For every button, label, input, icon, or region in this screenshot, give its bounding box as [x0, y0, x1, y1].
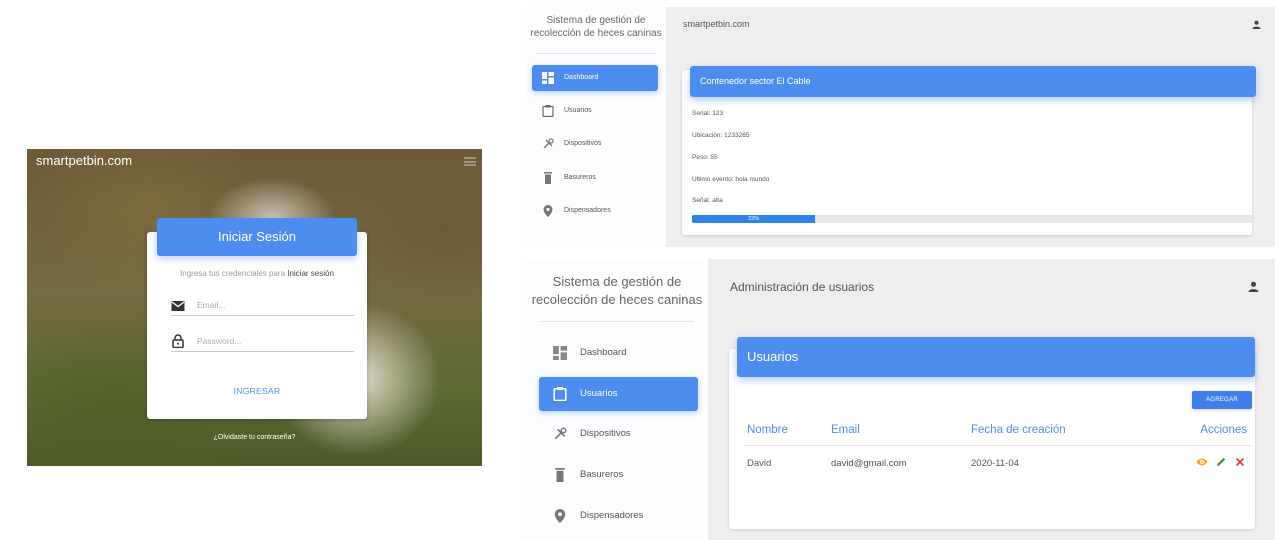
delete-x-icon[interactable]: [1234, 456, 1246, 468]
email-field[interactable]: Email...: [171, 298, 354, 316]
sidebar: Sistema de gestión de recolección de hec…: [526, 259, 708, 540]
tools-icon: [543, 138, 554, 149]
sidebar-item-dashboard[interactable]: Dashboard: [539, 336, 698, 370]
signal-text: Señal: alta: [692, 197, 723, 204]
last-event-text: Ultimo evento: hola mundo: [692, 176, 770, 183]
sidebar-item-label: Basureros: [564, 174, 596, 181]
agregar-button[interactable]: AGREGAR: [1192, 391, 1252, 409]
forgot-password-link[interactable]: ¿Olvidaste tu contraseña?: [27, 434, 482, 441]
login-description-bold: Iniciar sesión: [287, 269, 334, 278]
column-header-email: Email: [831, 424, 860, 436]
location-pin-icon: [543, 205, 553, 217]
clipboard-icon: [553, 387, 567, 401]
dashboard-icon: [542, 72, 554, 84]
login-description: Ingresa tus credenciales para Iniciar se…: [147, 269, 367, 278]
dashboard-icon: [553, 346, 567, 360]
sidebar-item-dashboard[interactable]: Dashboard: [532, 65, 658, 91]
login-description-text: Ingresa tus credenciales para: [180, 269, 288, 278]
sidebar-item-dispensadores[interactable]: Dispensadores: [539, 499, 698, 533]
sidebar-title: Sistema de gestión de recolección de hec…: [526, 14, 666, 40]
login-card: Iniciar Sesión Ingresa tus credenciales …: [147, 218, 367, 419]
sidebar-item-label: Dispensadores: [564, 207, 611, 214]
topbar-title: Administración de usuarios: [730, 280, 875, 294]
sidebar-item-label: Dashboard: [580, 347, 627, 358]
sidebar-item-dispositivos[interactable]: Dispositivos: [539, 417, 698, 451]
sidebar-title-line1: Sistema de gestión de: [552, 274, 682, 289]
sidebar-item-basureros[interactable]: Basureros: [539, 458, 698, 492]
sidebar-title-line2: recolección de heces caninas: [531, 292, 703, 307]
progress-bar-label: 22%: [748, 216, 760, 222]
dashboard-screen: Sistema de gestión de recolección de hec…: [526, 7, 1275, 247]
login-brand: smartpetbin.com: [36, 153, 133, 168]
sidebar-item-dispositivos[interactable]: Dispositivos: [532, 131, 658, 157]
password-placeholder: Password...: [197, 336, 242, 346]
table-row: David david@gmail.com 2020-11-04: [744, 445, 1251, 481]
sidebar-item-label: Usuarios: [564, 107, 592, 114]
progress-bar: 22%: [692, 215, 1252, 223]
email-placeholder: Email...: [197, 300, 226, 310]
sidebar-item-label: Dispositivos: [564, 140, 602, 147]
sidebar-item-usuarios[interactable]: Usuarios: [539, 377, 698, 411]
sidebar-item-basureros[interactable]: Basureros: [532, 165, 658, 191]
container-card-title: Contenedor sector El Cable: [690, 66, 1256, 97]
login-title: Iniciar Sesión: [157, 218, 357, 256]
sidebar-divider: [540, 321, 694, 322]
sidebar-title-line2: recolección de heces caninas: [530, 28, 662, 39]
user-icon[interactable]: [1248, 281, 1259, 292]
sidebar-title: Sistema de gestión de recolección de hec…: [526, 273, 708, 309]
weight-text: Peso: 55: [692, 154, 718, 161]
login-screen: smartpetbin.com Iniciar Sesión Ingresa t…: [27, 149, 482, 466]
topbar-title: smartpetbin.com: [683, 19, 750, 29]
column-header-fecha: Fecha de creación: [971, 424, 1066, 436]
column-header-acciones: Acciones: [1200, 424, 1247, 436]
sidebar-title-line1: Sistema de gestión de: [546, 15, 646, 26]
sidebar-item-label: Basureros: [580, 469, 624, 480]
users-card-title: Usuarios: [737, 337, 1255, 377]
sidebar-divider: [536, 53, 656, 54]
sidebar-item-dispensadores[interactable]: Dispensadores: [532, 198, 658, 224]
location-pin-icon: [554, 509, 566, 523]
envelope-icon: [171, 301, 185, 311]
sidebar-item-label: Usuarios: [580, 388, 618, 399]
trash-icon: [544, 172, 552, 184]
clipboard-icon: [542, 105, 554, 117]
sidebar-item-usuarios[interactable]: Usuarios: [532, 98, 658, 124]
view-eye-icon[interactable]: [1196, 456, 1208, 468]
users-card: Usuarios AGREGAR Nombre Email Fecha de c…: [729, 337, 1255, 529]
user-email-cell: david@gmail.com: [831, 458, 907, 469]
column-header-nombre: Nombre: [747, 424, 788, 436]
users-screen: Sistema de gestión de recolección de hec…: [526, 259, 1275, 540]
hamburger-menu-icon[interactable]: [464, 157, 476, 166]
location-text: Ubicación: 1233265: [692, 132, 750, 139]
sidebar-item-label: Dashboard: [564, 74, 599, 81]
container-card: Contenedor sector El Cable Serial: 123 U…: [682, 66, 1256, 235]
user-name-cell: David: [747, 458, 772, 469]
user-created-cell: 2020-11-04: [971, 458, 1019, 469]
ingresar-button[interactable]: INGRESAR: [147, 386, 367, 396]
edit-pencil-icon[interactable]: [1215, 456, 1227, 468]
sidebar: Sistema de gestión de recolección de hec…: [526, 7, 666, 247]
sidebar-item-label: Dispositivos: [580, 428, 631, 439]
lock-icon: [172, 334, 184, 348]
trash-icon: [555, 468, 565, 482]
user-icon[interactable]: [1252, 20, 1261, 29]
password-field[interactable]: Password...: [171, 334, 354, 352]
sidebar-item-label: Dispensadores: [580, 510, 644, 521]
serial-text: Serial: 123: [692, 110, 724, 117]
tools-icon: [554, 427, 567, 440]
